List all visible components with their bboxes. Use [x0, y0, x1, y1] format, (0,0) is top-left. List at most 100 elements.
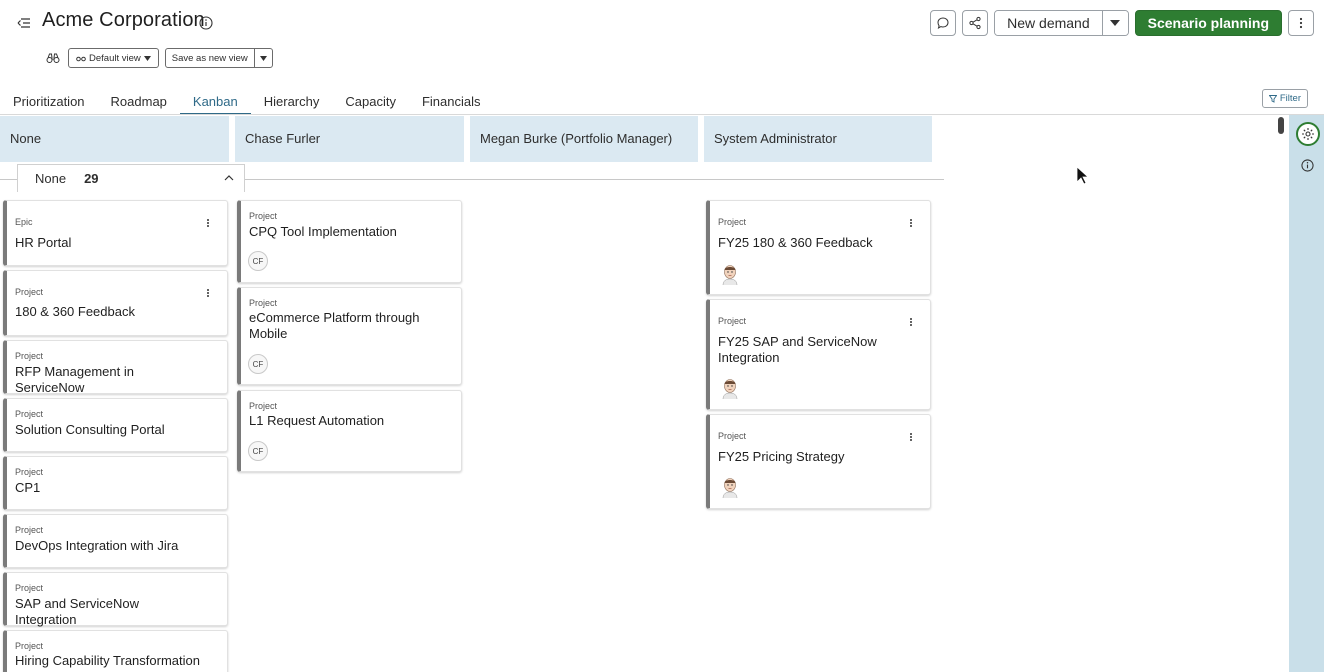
caret-down-icon [143, 55, 151, 61]
save-view-split-button: Save as new view [164, 48, 273, 68]
chevron-up-icon[interactable] [223, 172, 235, 184]
tab-capacity[interactable]: Capacity [332, 88, 409, 115]
card-type: Project [718, 431, 747, 441]
card-type: Project [15, 525, 44, 535]
collapse-sidebar-icon[interactable] [14, 13, 34, 33]
more-options-button[interactable] [1288, 10, 1314, 36]
card-title: L1 Request Automation [249, 413, 385, 428]
card-title: Solution Consulting Portal [15, 422, 165, 437]
comment-button[interactable] [930, 10, 957, 36]
card-type: Project [15, 287, 44, 297]
card-title: SAP and ServiceNow Integration [15, 596, 140, 627]
user-avatar-icon [722, 265, 738, 285]
column-header-chase-furler: Chase Furler [235, 116, 464, 162]
tab-prioritization[interactable]: Prioritization [0, 88, 98, 115]
tab-financials[interactable]: Financials [409, 88, 494, 115]
kanban-card[interactable]: Project DevOps Integration with Jira [3, 514, 228, 568]
info-icon[interactable] [198, 15, 214, 31]
view-icon [76, 56, 86, 62]
share-icon [969, 16, 981, 30]
right-rail [1289, 115, 1324, 672]
card-type: Project [249, 401, 278, 411]
new-demand-split-button: New demand [994, 10, 1129, 36]
card-type: Project [15, 351, 44, 361]
kanban-card[interactable]: Project eCommerce Platform through Mobil… [237, 287, 462, 385]
rail-info-icon[interactable] [1300, 158, 1314, 172]
kanban-card[interactable]: Project FY25 SAP and ServiceNow Integrat… [706, 299, 931, 410]
board-scrollbar[interactable] [1276, 115, 1287, 672]
save-view-dropdown[interactable] [253, 49, 272, 67]
page-title: Acme Corporation [42, 9, 205, 31]
card-type: Project [15, 409, 44, 419]
save-as-new-view-button[interactable]: Save as new view [166, 49, 254, 67]
kanban-card[interactable]: Project CP1 [3, 456, 228, 510]
default-view-dropdown[interactable]: Default view [68, 48, 159, 68]
card-title: 180 & 360 Feedback [15, 304, 135, 319]
kebab-icon [1299, 17, 1303, 29]
default-view-label: Default view [89, 52, 141, 64]
settings-gear-icon[interactable] [1296, 122, 1320, 146]
share-button[interactable] [962, 10, 989, 36]
swimlane-header[interactable]: None 29 [17, 164, 245, 192]
kanban-card[interactable]: Epic HR Portal [3, 200, 228, 266]
kanban-card[interactable]: Project 180 & 360 Feedback [3, 270, 228, 336]
user-avatar-icon [722, 478, 738, 498]
filter-icon [1268, 94, 1277, 103]
card-type: Project [15, 641, 44, 651]
card-title: CPQ Tool Implementation [249, 224, 397, 239]
card-title: eCommerce Platform through Mobile [249, 310, 420, 341]
card-title: DevOps Integration with Jira [15, 538, 179, 553]
tab-hierarchy[interactable]: Hierarchy [251, 88, 333, 115]
kanban-card[interactable]: Project RFP Management in ServiceNow [3, 340, 228, 395]
view-tabs: Prioritization Roadmap Kanban Hierarchy … [0, 88, 493, 115]
card-type: Project [15, 467, 44, 477]
card-title: FY25 SAP and ServiceNow Integration [718, 334, 877, 365]
caret-down-icon [1110, 20, 1121, 26]
kanban-card[interactable]: Project Hiring Capability Transformation [3, 630, 228, 672]
card-type: Epic [15, 217, 33, 227]
card-type: Project [249, 298, 278, 308]
filter-button[interactable]: Filter [1261, 89, 1308, 108]
kanban-board: None Chase Furler Megan Burke (Portfolio… [0, 115, 1287, 672]
swimlane-label: None [35, 171, 67, 186]
assignee-avatar: CF [248, 251, 268, 271]
new-demand-dropdown[interactable] [1101, 11, 1128, 35]
card-type: Project [249, 211, 278, 221]
view-toolbar: Default view Save as new view [44, 48, 273, 68]
column-header-megan-burke: Megan Burke (Portfolio Manager) [470, 116, 698, 162]
header-actions: New demand Scenario planning [930, 10, 1314, 36]
card-title: FY25 180 & 360 Feedback [718, 235, 873, 250]
card-menu-icon[interactable] [908, 217, 914, 229]
card-type: Project [718, 217, 747, 227]
card-menu-icon[interactable] [205, 217, 211, 229]
mouse-pointer-icon [1076, 166, 1090, 185]
card-menu-icon[interactable] [908, 316, 914, 328]
card-title: FY25 Pricing Strategy [718, 449, 845, 464]
column-header-system-administrator: System Administrator [704, 116, 932, 162]
card-type: Project [718, 316, 747, 326]
kanban-card[interactable]: Project CPQ Tool Implementation CF [237, 200, 462, 283]
tab-roadmap[interactable]: Roadmap [98, 88, 180, 115]
card-menu-icon[interactable] [205, 287, 211, 299]
scenario-planning-button[interactable]: Scenario planning [1134, 10, 1282, 36]
kanban-card[interactable]: Project Solution Consulting Portal [3, 398, 228, 452]
swimlane-count: 29 [84, 171, 99, 186]
card-title: RFP Management in ServiceNow [15, 364, 134, 395]
kanban-card[interactable]: Project L1 Request Automation CF [237, 390, 462, 472]
kanban-card[interactable]: Project FY25 Pricing Strategy [706, 414, 931, 509]
assignee-avatar: CF [248, 441, 268, 461]
tab-kanban[interactable]: Kanban [179, 88, 251, 115]
new-demand-button[interactable]: New demand [995, 11, 1102, 35]
card-title: HR Portal [15, 235, 72, 250]
comment-icon [937, 17, 949, 30]
card-menu-icon[interactable] [908, 431, 914, 443]
kanban-card[interactable]: Project FY25 180 & 360 Feedback [706, 200, 931, 295]
kanban-card[interactable]: Project SAP and ServiceNow Integration [3, 572, 228, 627]
assignee-avatar: CF [248, 354, 268, 374]
user-avatar-icon [722, 379, 738, 399]
card-title: Hiring Capability Transformation [15, 653, 200, 668]
scrollbar-thumb[interactable] [1278, 117, 1284, 134]
caret-down-icon [259, 55, 267, 61]
card-title: CP1 [15, 480, 41, 495]
binoculars-icon[interactable] [44, 49, 62, 67]
